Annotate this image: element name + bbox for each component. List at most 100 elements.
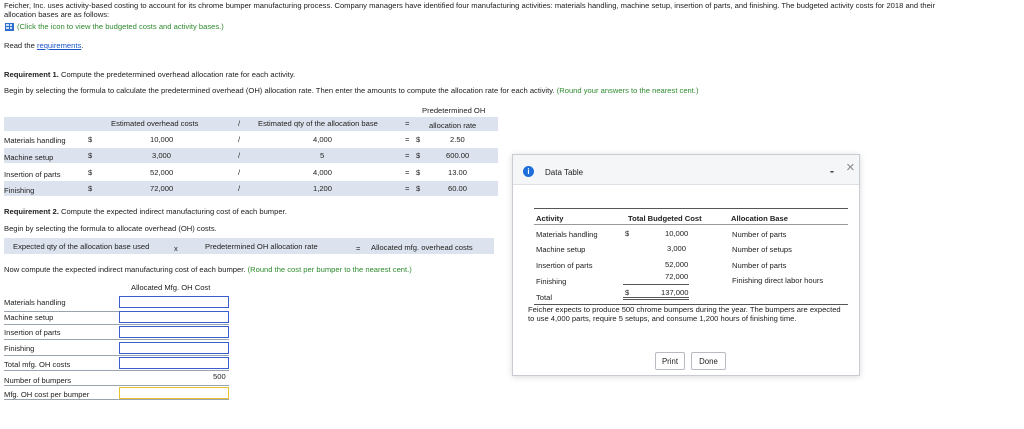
done-button[interactable]: Done	[691, 352, 726, 370]
currency: $	[88, 135, 93, 144]
cost-value[interactable]: 72,000	[150, 184, 173, 193]
subtotal-rule	[623, 284, 689, 285]
rate-value[interactable]: 60.00	[448, 184, 467, 193]
divide-header: /	[238, 119, 241, 128]
req1-heading-bold: Requirement 1.	[4, 70, 59, 79]
req1-row-label: Insertion of parts	[4, 170, 61, 179]
rate-value[interactable]: 2.50	[450, 135, 465, 144]
rate-value[interactable]: 600.00	[446, 151, 469, 160]
req1-round-note: (Round your answers to the nearest cent.…	[556, 86, 699, 95]
dialog-title: Data Table	[545, 168, 584, 177]
view-data-table-link[interactable]: (Click the icon to view the budgeted cos…	[17, 22, 224, 31]
qty-value[interactable]: 4,000	[313, 135, 332, 144]
rate-value[interactable]: 13.00	[448, 168, 467, 177]
cost-value: 3,000	[667, 244, 687, 253]
activity-column-header: Activity	[536, 214, 564, 223]
currency: $	[416, 184, 421, 193]
allocated-cost-finishing-input[interactable]	[119, 342, 229, 354]
allocation-base: Number of setups	[732, 245, 792, 254]
row-divider	[4, 385, 229, 386]
req1-header-band	[4, 117, 498, 131]
allocated-cost-setup-input[interactable]	[119, 311, 229, 323]
total-mfg-oh-input[interactable]	[119, 357, 229, 369]
currency: $	[88, 168, 93, 177]
qty-value[interactable]: 1,200	[313, 184, 332, 193]
req2-row-label: Machine setup	[4, 313, 54, 322]
currency: $	[416, 135, 421, 144]
req2-instruction2-text: Now compute the expected indirect manufa…	[4, 265, 246, 274]
cost-value[interactable]: 52,000	[150, 168, 173, 177]
divide-sign: /	[238, 151, 241, 160]
req2-heading-text: Compute the expected indirect manufactur…	[58, 207, 287, 216]
activity-name: Machine setup	[536, 245, 586, 254]
row-divider	[4, 370, 229, 371]
qty-value[interactable]: 5	[320, 151, 324, 160]
row-divider	[4, 324, 229, 325]
cost-value[interactable]: 3,000	[152, 151, 171, 160]
table-top-rule	[534, 208, 848, 209]
req2-row-label: Materials handling	[4, 298, 66, 307]
close-icon[interactable]: ×	[846, 159, 855, 176]
activity-name: Finishing	[536, 277, 567, 286]
req1-row-label: Machine setup	[4, 153, 54, 162]
base-column-header: Allocation Base	[731, 214, 788, 223]
req1-row-label: Materials handling	[4, 136, 66, 145]
req1-heading-text: Compute the predetermined overhead alloc…	[58, 70, 296, 79]
allocated-cost-header: Allocated Mfg. OH Cost	[131, 283, 211, 292]
currency: $	[416, 151, 421, 160]
row-divider	[4, 339, 229, 340]
req2-round-note: (Round the cost per bumper to the neares…	[247, 265, 412, 274]
cost-value[interactable]: 10,000	[150, 135, 173, 144]
allocated-cost-insertion-input[interactable]	[119, 326, 229, 338]
req2-instruction-2: Now compute the expected indirect manufa…	[4, 265, 412, 274]
currency: $	[88, 151, 93, 160]
req1-row-band	[4, 181, 498, 196]
req2-row-label: Total mfg. OH costs	[4, 360, 71, 369]
formula-times: x	[174, 244, 178, 253]
formula-equals: =	[356, 244, 361, 253]
print-button[interactable]: Print	[655, 352, 685, 370]
formula-rate-select[interactable]: Predetermined OH allocation rate	[205, 242, 318, 251]
cost-currency: $	[625, 229, 630, 238]
allocated-cost-materials-input[interactable]	[119, 296, 229, 308]
req2-heading-bold: Requirement 2.	[4, 207, 59, 216]
total-value: 137,000	[661, 288, 689, 297]
req2-row-label: Number of bumpers	[4, 376, 72, 385]
req2-row-label: Finishing	[4, 344, 35, 353]
intro-line-1: Feicher, Inc. uses activity-based costin…	[4, 1, 936, 10]
divide-sign: /	[238, 168, 241, 177]
equals-sign: =	[405, 168, 410, 177]
allocation-base: Number of parts	[732, 261, 787, 270]
cost-per-bumper-input[interactable]	[119, 387, 229, 399]
info-icon: i	[523, 166, 534, 177]
rate-header-line2: allocation rate	[429, 121, 477, 130]
req2-instruction: Begin by selecting the formula to alloca…	[4, 224, 217, 233]
allocation-base: Number of parts	[732, 230, 787, 239]
req1-heading: Requirement 1. Compute the predetermined…	[4, 70, 295, 79]
requirements-link[interactable]: requirements	[37, 41, 81, 50]
total-label: Total	[536, 293, 553, 302]
equals-sign: =	[405, 151, 410, 160]
currency: $	[88, 184, 93, 193]
cost-value: 52,000	[665, 260, 689, 269]
req2-heading: Requirement 2. Compute the expected indi…	[4, 207, 287, 216]
divide-sign: /	[238, 184, 241, 193]
qty-column-header: Estimated qty of the allocation base	[258, 119, 378, 128]
production-note: Feicher expects to produce 500 chrome bu…	[528, 305, 841, 323]
activity-name: Materials handling	[536, 230, 598, 239]
cost-value: 72,000	[665, 272, 689, 281]
read-suffix: .	[81, 41, 84, 50]
row-divider	[4, 399, 229, 400]
total-double-rule	[623, 297, 689, 300]
costs-column-header: Estimated overhead costs	[111, 119, 199, 128]
rate-header-line1: Predetermined OH	[422, 106, 486, 115]
formula-result-select[interactable]: Allocated mfg. overhead costs	[371, 243, 473, 252]
req1-row-label: Finishing	[4, 186, 35, 195]
data-table-icon[interactable]	[5, 23, 14, 31]
minimize-icon[interactable]: -	[830, 164, 834, 178]
qty-value[interactable]: 4,000	[313, 168, 332, 177]
req1-instruction-text: Begin by selecting the formula to calcul…	[4, 86, 555, 95]
formula-qty-select[interactable]: Expected qty of the allocation base used	[13, 242, 149, 251]
equals-sign: =	[405, 135, 410, 144]
req1-row-band	[4, 148, 498, 163]
